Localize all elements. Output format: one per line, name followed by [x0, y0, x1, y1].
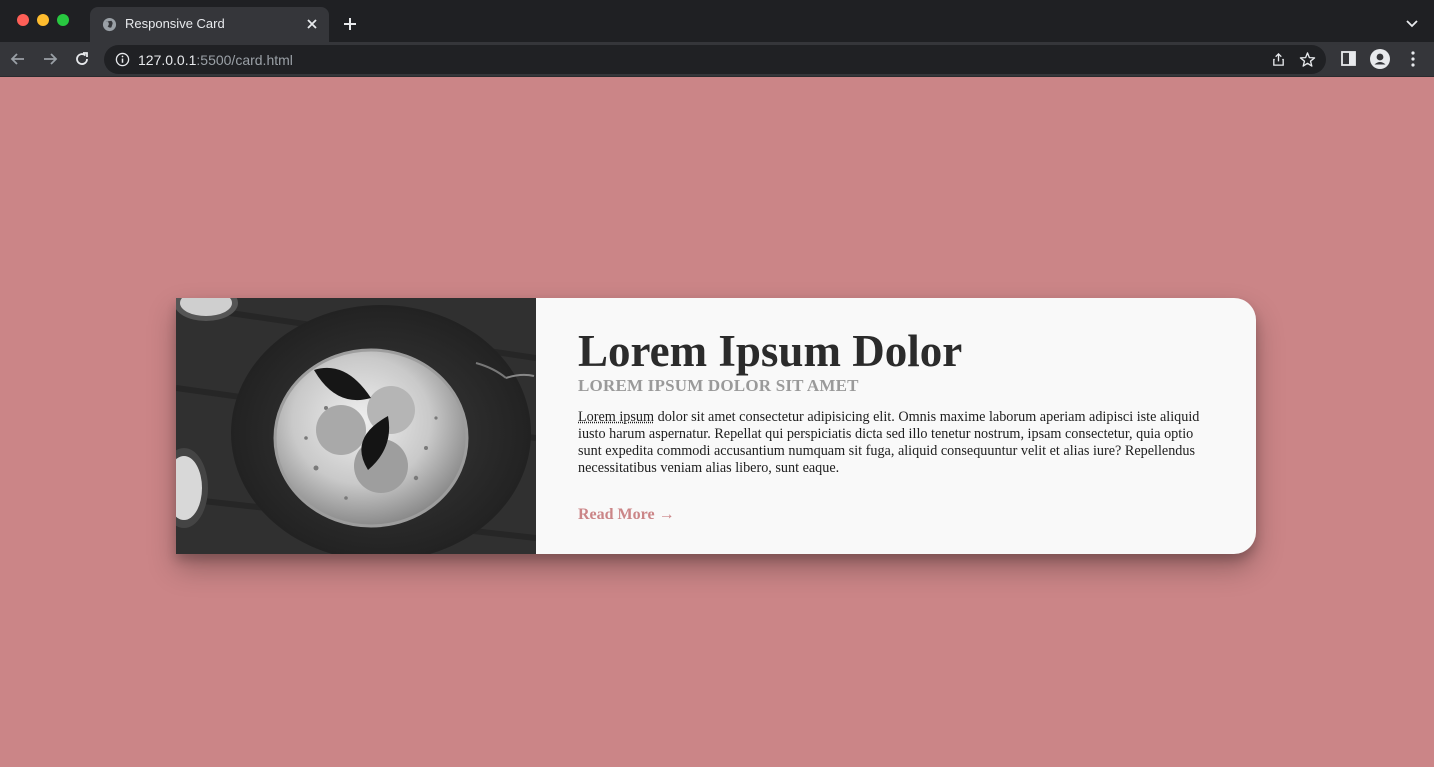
reload-icon[interactable]	[73, 50, 91, 68]
cake-photo	[176, 298, 536, 554]
lorem-abbreviation: Lorem ipsum	[578, 409, 655, 425]
card-body: Lorem Ipsum Dolor LOREM IPSUM DOLOR SIT …	[578, 298, 1200, 554]
url-text[interactable]: 127.0.0.1:5500/card.html	[138, 52, 293, 68]
globe-icon	[102, 17, 117, 32]
card: Lorem Ipsum Dolor LOREM IPSUM DOLOR SIT …	[176, 298, 1256, 554]
back-arrow-icon[interactable]	[9, 50, 27, 68]
forward-arrow-icon[interactable]	[41, 50, 59, 68]
info-icon[interactable]	[115, 52, 130, 67]
minimize-window-button[interactable]	[37, 14, 49, 26]
read-more-link[interactable]: Read More →	[578, 506, 675, 524]
close-window-button[interactable]	[17, 14, 29, 26]
new-tab-icon[interactable]	[342, 16, 358, 32]
card-title: Lorem Ipsum Dolor	[578, 326, 963, 376]
tab-title: Responsive Card	[125, 16, 225, 31]
address-bar[interactable]: 127.0.0.1:5500/card.html	[104, 45, 1326, 74]
card-description: Lorem ipsum dolor sit amet consectetur a…	[578, 409, 1200, 476]
bookmark-star-icon[interactable]	[1299, 51, 1316, 68]
browser-tab-bar: Responsive Card	[0, 0, 1434, 42]
tab-responsive-card[interactable]: Responsive Card	[90, 7, 329, 42]
card-subtitle: LOREM IPSUM DOLOR SIT AMET	[578, 376, 859, 395]
share-icon[interactable]	[1271, 52, 1286, 67]
side-panel-icon[interactable]	[1340, 50, 1357, 67]
profile-avatar-icon[interactable]	[1370, 49, 1390, 69]
more-menu-icon[interactable]	[1405, 50, 1421, 68]
maximize-window-button[interactable]	[57, 14, 69, 26]
browser-toolbar: 127.0.0.1:5500/card.html	[0, 42, 1434, 77]
chevron-down-icon[interactable]	[1404, 16, 1420, 32]
close-tab-icon[interactable]	[304, 16, 320, 32]
